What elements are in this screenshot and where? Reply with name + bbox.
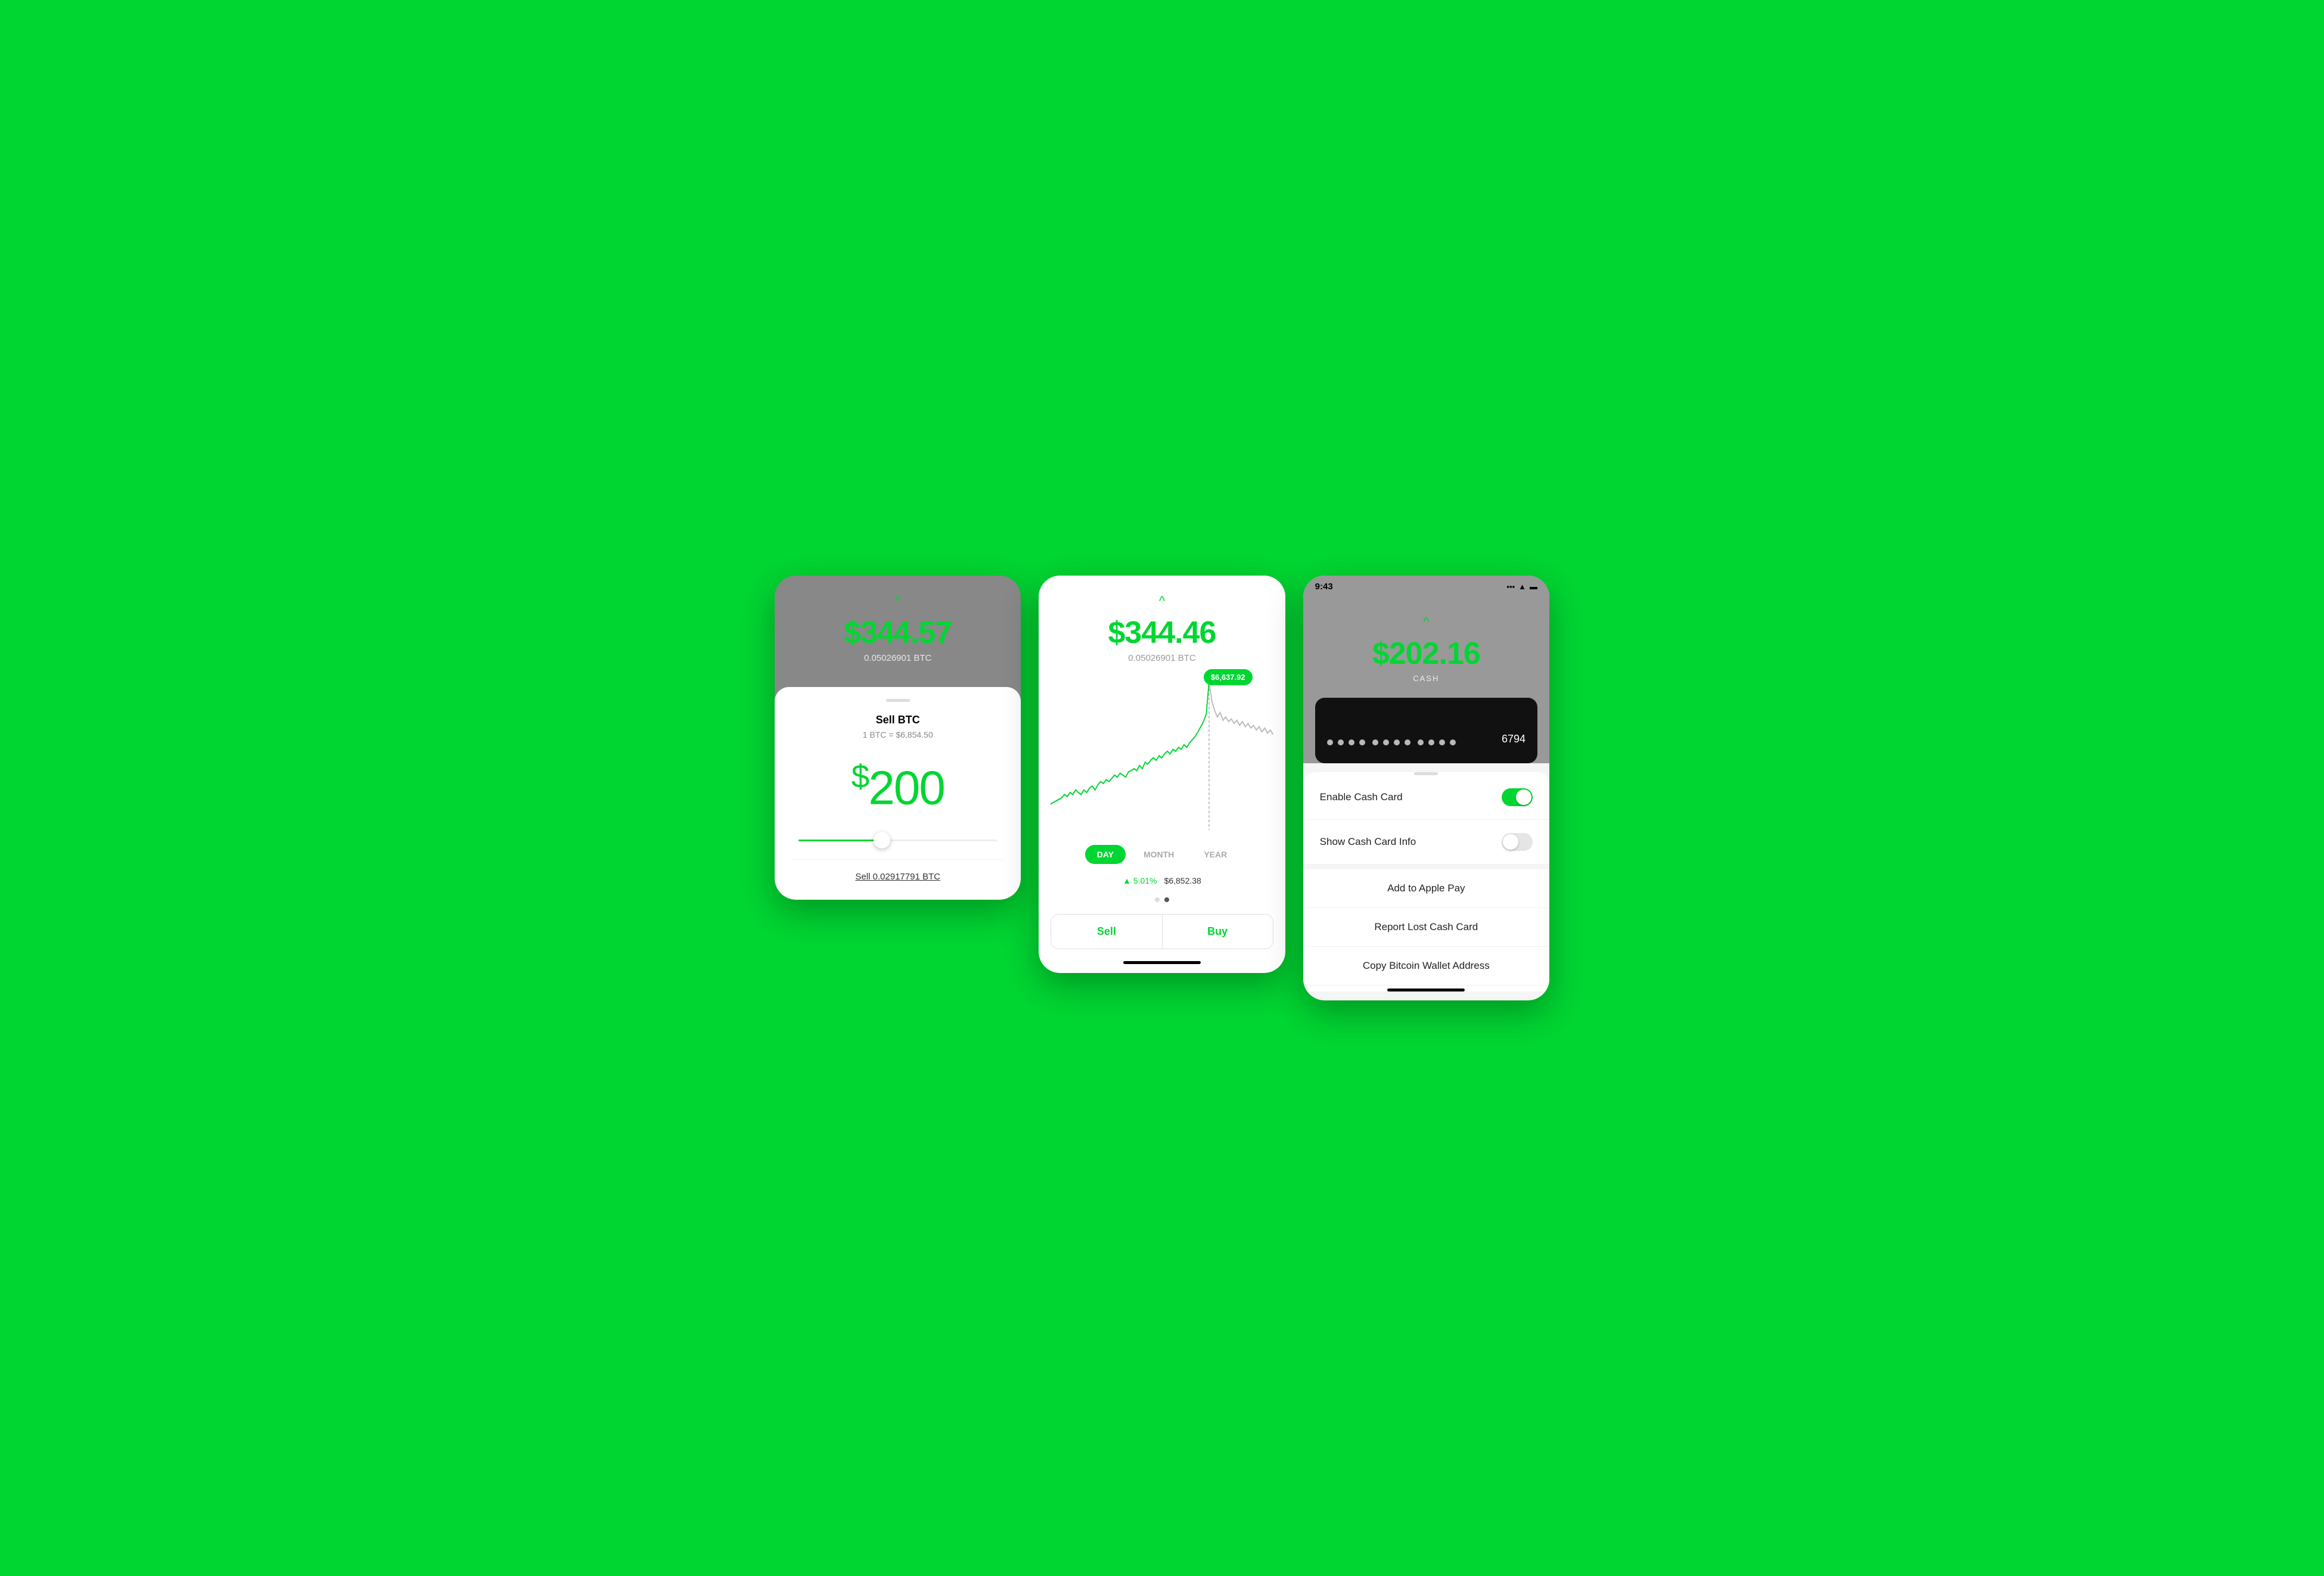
card-dot: [1394, 739, 1400, 745]
show-cash-card-info-label: Show Cash Card Info: [1320, 836, 1416, 848]
slider-track: [799, 840, 997, 841]
price-chart-svg: [1051, 675, 1273, 830]
status-bar: 9:43 ▪▪▪ ▲ ▬: [1303, 576, 1549, 592]
sell-amount-display: $200: [793, 757, 1003, 816]
card-dot: [1372, 739, 1378, 745]
chevron-up-icon[interactable]: ^: [787, 593, 1009, 609]
screen2-top: ^ $344.46 0.05026901 BTC: [1039, 576, 1285, 669]
sell-slider[interactable]: [793, 840, 1003, 841]
screen3-cash-card: 9:43 ▪▪▪ ▲ ▬ ^ $202.16 CASH: [1303, 576, 1549, 1000]
sell-dollar-sign: $: [852, 758, 869, 795]
cash-value-display: $202.16: [1315, 636, 1537, 672]
card-dot: [1428, 739, 1434, 745]
screen2-bitcoin-chart: ^ $344.46 0.05026901 BTC $6,637.92 DAY M…: [1039, 576, 1285, 973]
btc-amount-display2: 0.05026901 BTC: [1051, 653, 1273, 663]
slider-thumb[interactable]: [874, 832, 890, 848]
apple-pay-row[interactable]: Add to Apple Pay: [1303, 869, 1549, 908]
status-icons: ▪▪▪ ▲ ▬: [1506, 582, 1537, 591]
page-dots: [1039, 891, 1285, 908]
sell-amount-value: 200: [868, 761, 944, 815]
sheet-handle: [886, 699, 910, 702]
wifi-icon: ▲: [1518, 582, 1526, 591]
sell-btc-amount: Sell 0.02917791 BTC: [855, 872, 940, 882]
card-dots-group1: [1327, 739, 1365, 745]
copy-wallet-row[interactable]: Copy Bitcoin Wallet Address: [1303, 947, 1549, 986]
copy-wallet-label: Copy Bitcoin Wallet Address: [1363, 960, 1490, 972]
tab-day[interactable]: DAY: [1085, 845, 1126, 864]
chevron-up-icon2[interactable]: ^: [1051, 593, 1273, 609]
stat-price: $6,852.38: [1164, 876, 1201, 885]
cash-label: CASH: [1315, 674, 1537, 683]
report-lost-label: Report Lost Cash Card: [1374, 921, 1478, 933]
enable-cash-card-row[interactable]: Enable Cash Card: [1303, 775, 1549, 820]
divider: [1303, 865, 1549, 869]
tab-month[interactable]: MONTH: [1132, 845, 1186, 864]
card-dot: [1327, 739, 1333, 745]
enable-cash-card-label: Enable Cash Card: [1320, 791, 1403, 803]
signal-icon: ▪▪▪: [1506, 582, 1515, 591]
cash-card-settings-sheet: Enable Cash Card Show Cash Card Info Add…: [1303, 772, 1549, 991]
card-dot: [1349, 739, 1354, 745]
home-indicator: [1123, 961, 1201, 964]
sell-button[interactable]: Sell: [1051, 915, 1161, 949]
show-cash-card-info-toggle[interactable]: [1502, 833, 1533, 851]
card-dot: [1450, 739, 1456, 745]
btc-value-display: $344.57: [787, 615, 1009, 651]
card-last4: 6794: [1502, 733, 1525, 745]
card-dot: [1439, 739, 1445, 745]
dot-2: [1164, 897, 1169, 902]
time-tabs: DAY MONTH YEAR: [1039, 836, 1285, 873]
status-time: 9:43: [1315, 582, 1333, 592]
stat-change: ▲ 5.01%: [1123, 876, 1157, 885]
home-indicator3: [1387, 989, 1465, 991]
toggle-thumb-on: [1516, 789, 1531, 805]
bitcoin-chart: $6,637.92: [1039, 669, 1285, 836]
chevron-up-icon3[interactable]: ^: [1315, 614, 1537, 630]
sell-btc-label: Sell 0.02917791 BTC: [793, 859, 1003, 882]
btc-amount-display: 0.05026901 BTC: [787, 653, 1009, 663]
enable-cash-card-toggle[interactable]: [1502, 788, 1533, 806]
tab-year[interactable]: YEAR: [1192, 845, 1239, 864]
card-dots-group3: [1418, 739, 1456, 745]
dot-1: [1155, 897, 1160, 902]
card-dot: [1405, 739, 1410, 745]
card-dot: [1359, 739, 1365, 745]
screen1-sell-btc: ^ $344.57 0.05026901 BTC Sell BTC 1 BTC …: [775, 576, 1021, 900]
chart-stats: ▲ 5.01% $6,852.38: [1039, 873, 1285, 891]
toggle-thumb-off: [1503, 834, 1518, 850]
screen3-top-wrapper: 9:43 ▪▪▪ ▲ ▬ ^ $202.16 CASH: [1303, 576, 1549, 763]
screens-container: ^ $344.57 0.05026901 BTC Sell BTC 1 BTC …: [775, 576, 1549, 1000]
card-dot: [1338, 739, 1344, 745]
cash-card-visual: 6794: [1315, 698, 1537, 763]
sell-title: Sell BTC: [793, 714, 1003, 726]
report-lost-row[interactable]: Report Lost Cash Card: [1303, 908, 1549, 947]
sell-rate: 1 BTC = $6,854.50: [793, 730, 1003, 739]
buy-button[interactable]: Buy: [1162, 915, 1273, 949]
action-buttons: Sell Buy: [1051, 914, 1273, 949]
chart-tooltip: $6,637.92: [1204, 669, 1253, 685]
slider-fill: [799, 840, 882, 841]
sell-bottom-sheet: Sell BTC 1 BTC = $6,854.50 $200 Sell 0.0…: [775, 687, 1021, 900]
card-dot: [1418, 739, 1424, 745]
screen1-top: ^ $344.57 0.05026901 BTC: [775, 576, 1021, 675]
battery-icon: ▬: [1530, 582, 1537, 591]
card-dot: [1383, 739, 1389, 745]
card-dots-group2: [1372, 739, 1410, 745]
show-cash-card-info-row[interactable]: Show Cash Card Info: [1303, 820, 1549, 865]
apple-pay-label: Add to Apple Pay: [1387, 882, 1465, 894]
btc-value-display2: $344.46: [1051, 615, 1273, 651]
